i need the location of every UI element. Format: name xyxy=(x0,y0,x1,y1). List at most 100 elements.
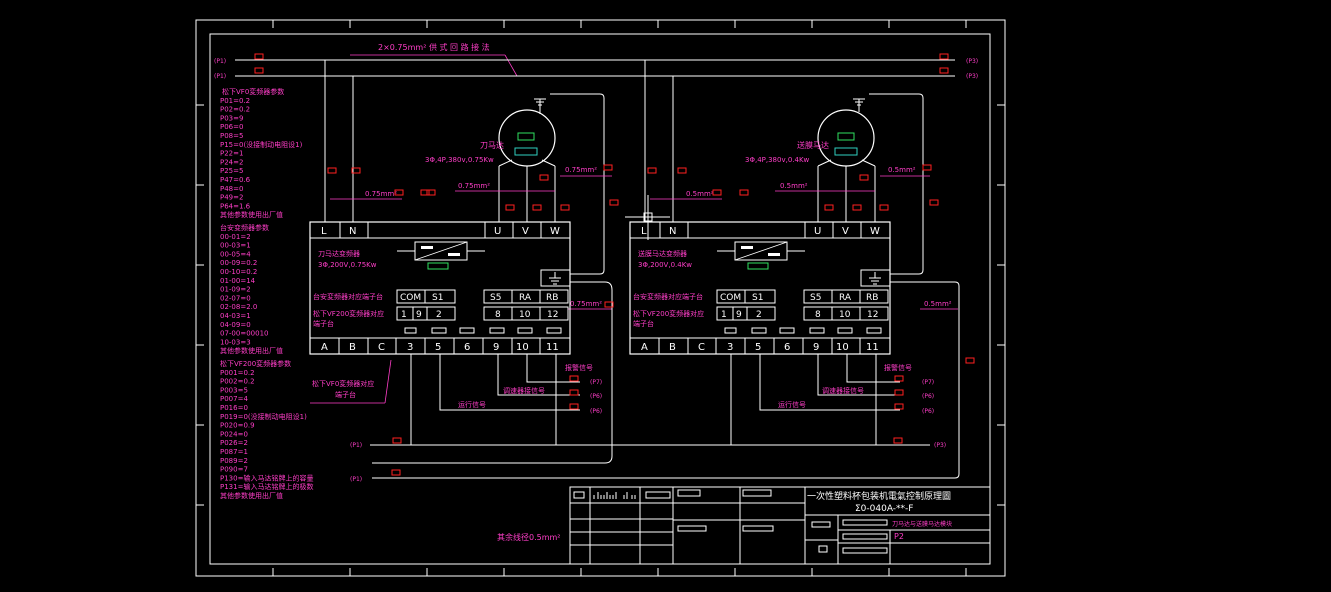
svg-text:(P7): (P7) xyxy=(590,379,602,386)
svg-text:刀马达: 刀马达 xyxy=(480,140,504,150)
svg-text:0.75mm²: 0.75mm² xyxy=(565,166,597,174)
svg-text:(P3): (P3) xyxy=(934,442,946,449)
param-line: P48=0 xyxy=(220,185,243,193)
svg-text:B: B xyxy=(349,342,356,353)
top-bus xyxy=(235,59,955,77)
cad-viewport[interactable]: 2×0.75mm² 供 式 回 路 接 法 (P1) (P1) (P3) (P3… xyxy=(0,0,1331,592)
motor-2-symbol xyxy=(817,109,875,167)
svg-text:松下VF0変频器对应: 松下VF0変频器对应 xyxy=(312,379,374,388)
svg-text:8: 8 xyxy=(815,310,821,320)
svg-text:W: W xyxy=(870,226,880,237)
svg-text:W: W xyxy=(550,226,560,237)
param-line: 台安变频器参数 xyxy=(220,223,269,232)
param-line: P64=1.6 xyxy=(220,202,251,210)
svg-text:6: 6 xyxy=(464,342,470,353)
param-line: P002=0.2 xyxy=(220,378,255,386)
svg-text:S1: S1 xyxy=(752,293,763,303)
svg-text:L: L xyxy=(321,226,327,237)
svg-text:12: 12 xyxy=(547,310,558,320)
cable-note-leader xyxy=(504,54,518,77)
param-line: 其他参数使用出厂值 xyxy=(220,491,283,500)
svg-text:0.75mm²: 0.75mm² xyxy=(458,182,490,190)
svg-text:COM: COM xyxy=(400,293,421,303)
param-line: P24=2 xyxy=(220,158,243,166)
svg-text:C: C xyxy=(698,342,705,353)
unit-2-film-motor: 送膜马达 3Φ,4P,380v,0.4Kw 0.5mm² 0.5mm² 0.5m… xyxy=(629,60,958,445)
svg-text:10: 10 xyxy=(836,342,849,353)
svg-text:10: 10 xyxy=(519,310,531,320)
svg-text:S5: S5 xyxy=(490,293,501,303)
svg-text:3: 3 xyxy=(407,342,413,353)
svg-text:松下VF200変频器对应: 松下VF200変频器对应 xyxy=(633,309,704,318)
svg-text:端子台: 端子台 xyxy=(335,390,356,399)
param-line: P08=5 xyxy=(220,132,243,140)
param-line: 松下VF200変频器参数 xyxy=(220,359,291,368)
param-line: P020=0.9 xyxy=(220,422,255,430)
schematic-drawing[interactable]: 2×0.75mm² 供 式 回 路 接 法 (P1) (P1) (P3) (P3… xyxy=(0,0,1331,592)
param-line: P024=0 xyxy=(220,430,248,438)
svg-text:刀马达变频器: 刀马达变频器 xyxy=(318,249,360,258)
svg-text:0.5mm²: 0.5mm² xyxy=(780,182,808,190)
bus-label-p1-top: (P1) xyxy=(214,58,226,65)
svg-text:5: 5 xyxy=(755,342,761,353)
svg-text:端子台: 端子台 xyxy=(633,319,654,328)
bus-label-p3-top2: (P3) xyxy=(966,73,978,80)
param-line: 01-09=2 xyxy=(220,286,251,294)
svg-text:11: 11 xyxy=(866,342,879,353)
param-line: P47=0.6 xyxy=(220,176,251,184)
svg-text:0.5mm²: 0.5mm² xyxy=(686,190,714,198)
svg-text:V: V xyxy=(842,226,849,237)
svg-text:U: U xyxy=(814,226,821,237)
param-line: P003=5 xyxy=(220,386,248,394)
param-line: P131=输入马达铭牌上的极数 xyxy=(220,482,313,491)
svg-text:RA: RA xyxy=(519,293,532,303)
svg-text:B: B xyxy=(669,342,676,353)
cable-note: 2×0.75mm² 供 式 回 路 接 法 xyxy=(378,42,490,52)
svg-text:3Φ,4P,380v,0.4Kw: 3Φ,4P,380v,0.4Kw xyxy=(745,156,810,164)
param-line: 00-09=0.2 xyxy=(220,259,257,267)
svg-text:2: 2 xyxy=(756,310,762,320)
svg-text:N: N xyxy=(669,226,676,237)
param-line: P02=0.2 xyxy=(220,106,250,114)
param-line: 01-00=14 xyxy=(220,277,256,285)
svg-text:(P1): (P1) xyxy=(350,442,362,449)
svg-text:11: 11 xyxy=(546,342,559,353)
svg-text:8: 8 xyxy=(495,310,501,320)
svg-text:报警信号: 报警信号 xyxy=(884,363,912,372)
svg-text:RA: RA xyxy=(839,293,852,303)
svg-text:U: U xyxy=(494,226,501,237)
svg-text:COM: COM xyxy=(720,293,741,303)
sheet-number: P2 xyxy=(894,532,904,541)
param-line: 02-08=2.0 xyxy=(220,303,257,311)
param-line: 00-03=1 xyxy=(220,242,251,250)
param-line: P25=5 xyxy=(220,167,243,175)
svg-text:(P6): (P6) xyxy=(922,393,934,400)
svg-text:N: N xyxy=(349,226,356,237)
svg-text:C: C xyxy=(378,342,385,353)
svg-text:(P6): (P6) xyxy=(590,393,602,400)
svg-text:台安変频器对应端子台: 台安変频器对应端子台 xyxy=(313,292,383,301)
svg-text:1: 1 xyxy=(401,310,407,320)
svg-text:送膜马达变频器: 送膜马达变频器 xyxy=(638,249,687,258)
svg-text:松下VF200変频器对应: 松下VF200変频器对应 xyxy=(313,309,384,318)
drawing-number: Σ0-040A-**-F xyxy=(855,504,913,514)
svg-text:台安変频器对应端子台: 台安変频器对应端子台 xyxy=(633,292,703,301)
bus-label-p1-top2: (P1) xyxy=(214,73,226,80)
drawing-subtitle: 刀马达与送膜马达模块 xyxy=(892,520,952,528)
svg-text:12: 12 xyxy=(867,310,878,320)
svg-text:3Φ,200V,0.75Kw: 3Φ,200V,0.75Kw xyxy=(318,261,377,269)
param-line: 其他参数使用出厂值 xyxy=(220,346,283,355)
cad-crosshair-cursor[interactable] xyxy=(625,195,670,240)
svg-text:RB: RB xyxy=(546,293,558,303)
svg-text:调速器接信号: 调速器接信号 xyxy=(822,386,864,395)
svg-text:V: V xyxy=(522,226,529,237)
svg-text:9: 9 xyxy=(813,342,819,353)
svg-text:3Φ,200V,0.4Kw: 3Φ,200V,0.4Kw xyxy=(638,261,692,269)
param-line: P016=0 xyxy=(220,404,248,412)
title-block-ruler xyxy=(593,492,636,499)
param-line: 其他参数使用出厂值 xyxy=(220,210,283,219)
svg-text:(P6): (P6) xyxy=(922,408,934,415)
svg-text:S5: S5 xyxy=(810,293,821,303)
motor-1-symbol xyxy=(498,109,556,167)
unit-1-knife-motor: 刀马达 3Φ,4P,380v,0.75Kw 0.75mm² 0.75mm² 0.… xyxy=(309,60,612,445)
